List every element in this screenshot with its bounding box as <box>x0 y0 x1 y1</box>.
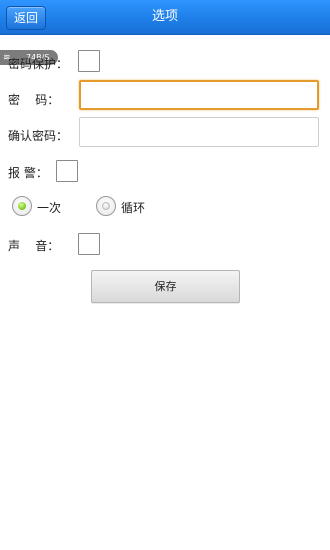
once-radio[interactable] <box>12 196 32 216</box>
save-button[interactable]: 保存 <box>91 270 240 303</box>
password-label: 密 码： <box>8 93 60 107</box>
password-protect-checkbox[interactable] <box>78 50 100 72</box>
alarm-checkbox[interactable] <box>56 160 78 182</box>
confirm-password-input[interactable] <box>79 117 319 147</box>
radio-selected-dot <box>18 202 26 210</box>
password-input[interactable] <box>79 80 319 110</box>
sound-label: 声 音： <box>8 239 60 253</box>
title-bar: 返回 选项 <box>0 0 330 35</box>
loop-radio[interactable] <box>96 196 116 216</box>
confirm-password-label: 确认密码： <box>8 129 69 143</box>
loop-label: 循环 <box>121 201 146 215</box>
alarm-label: 报 警： <box>8 166 48 180</box>
radio-unselected-dot <box>102 202 110 210</box>
sound-checkbox[interactable] <box>78 233 100 255</box>
password-protect-label: 密码保护： <box>8 57 69 71</box>
page-title: 选项 <box>151 9 178 24</box>
once-label: 一次 <box>37 201 62 215</box>
